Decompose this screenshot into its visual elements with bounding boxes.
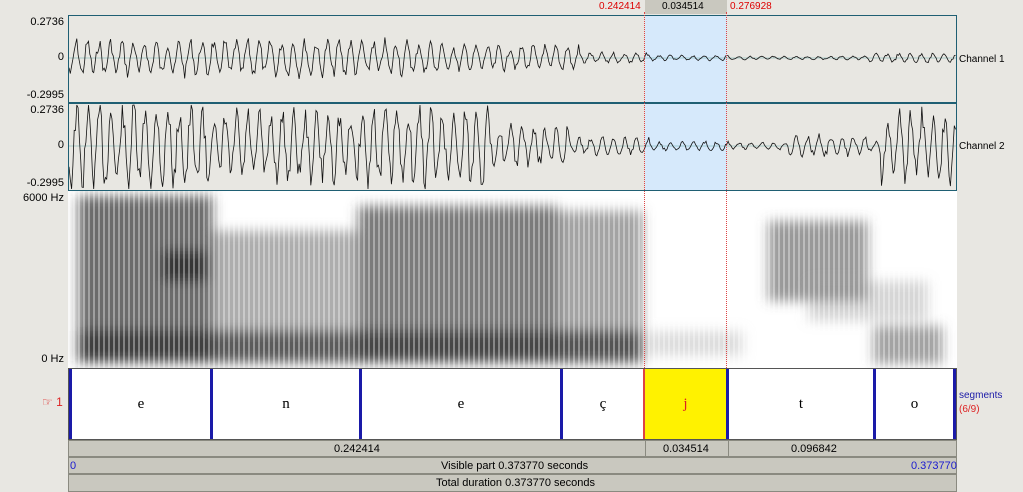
- channel-1-max-label: 0.2736: [30, 16, 64, 28]
- visible-part-bar[interactable]: 0 Visible part 0.373770 seconds 0.373770: [68, 457, 957, 474]
- spectrogram-bottom-label: 0 Hz: [41, 353, 64, 365]
- duration-after-selection[interactable]: 0.096842: [791, 443, 837, 455]
- channel-1-min-label: -0.2995: [26, 89, 64, 101]
- tier-number[interactable]: ☞ 1: [42, 395, 63, 409]
- segment-interval-selected[interactable]: j: [645, 369, 726, 439]
- segment-interval[interactable]: o: [876, 369, 953, 439]
- waveform-channel-2-trace: [68, 104, 956, 190]
- waveform-channel-1-trace: [68, 37, 956, 79]
- tier-name: segments: [959, 390, 1003, 401]
- duration-selection-cell[interactable]: 0.034514: [645, 441, 729, 456]
- channel-2-label: Channel 2: [959, 141, 1005, 152]
- segment-interval[interactable]: ç: [563, 369, 643, 439]
- channel-2-min-label: -0.2995: [26, 177, 64, 189]
- spectrogram-top-label: 6000 Hz: [23, 192, 64, 204]
- spectrogram-image: [68, 191, 957, 368]
- channel-2-max-label: 0.2736: [30, 104, 64, 116]
- channel-1-label: Channel 1: [959, 54, 1005, 65]
- waveform-channel-2[interactable]: [68, 103, 957, 191]
- segment-interval[interactable]: e: [362, 369, 560, 439]
- segment-interval[interactable]: e: [72, 369, 210, 439]
- duration-bar: 0.242414 0.034514 0.096842: [68, 440, 957, 457]
- segment-interval[interactable]: t: [729, 369, 873, 439]
- selection-start-cursor[interactable]: [644, 12, 645, 368]
- selection-end-cursor[interactable]: [726, 12, 727, 368]
- visible-part-label: Visible part 0.373770 seconds: [441, 460, 589, 472]
- waveform-channel-1[interactable]: [68, 15, 957, 103]
- channel-1-zero-label: 0: [57, 51, 64, 63]
- selection-end-time: 0.276928: [730, 1, 772, 12]
- visible-start: 0: [70, 460, 77, 472]
- duration-before-selection[interactable]: 0.242414: [334, 443, 380, 455]
- spectrogram[interactable]: [68, 191, 957, 368]
- tier-count: (6/9): [959, 404, 980, 415]
- selection-length: 0.034514: [662, 1, 704, 12]
- segment-interval[interactable]: n: [213, 369, 359, 439]
- visible-end: 0.373770: [911, 460, 957, 472]
- segments-tier[interactable]: e n e ç j t o: [68, 368, 957, 440]
- tier-boundary[interactable]: [953, 369, 956, 439]
- selection-start-time: 0.242414: [599, 1, 641, 12]
- total-duration-label: Total duration 0.373770 seconds: [436, 477, 596, 489]
- duration-selection: 0.034514: [663, 443, 709, 455]
- channel-2-zero-label: 0: [57, 139, 64, 151]
- total-duration-bar[interactable]: Total duration 0.373770 seconds: [68, 474, 957, 492]
